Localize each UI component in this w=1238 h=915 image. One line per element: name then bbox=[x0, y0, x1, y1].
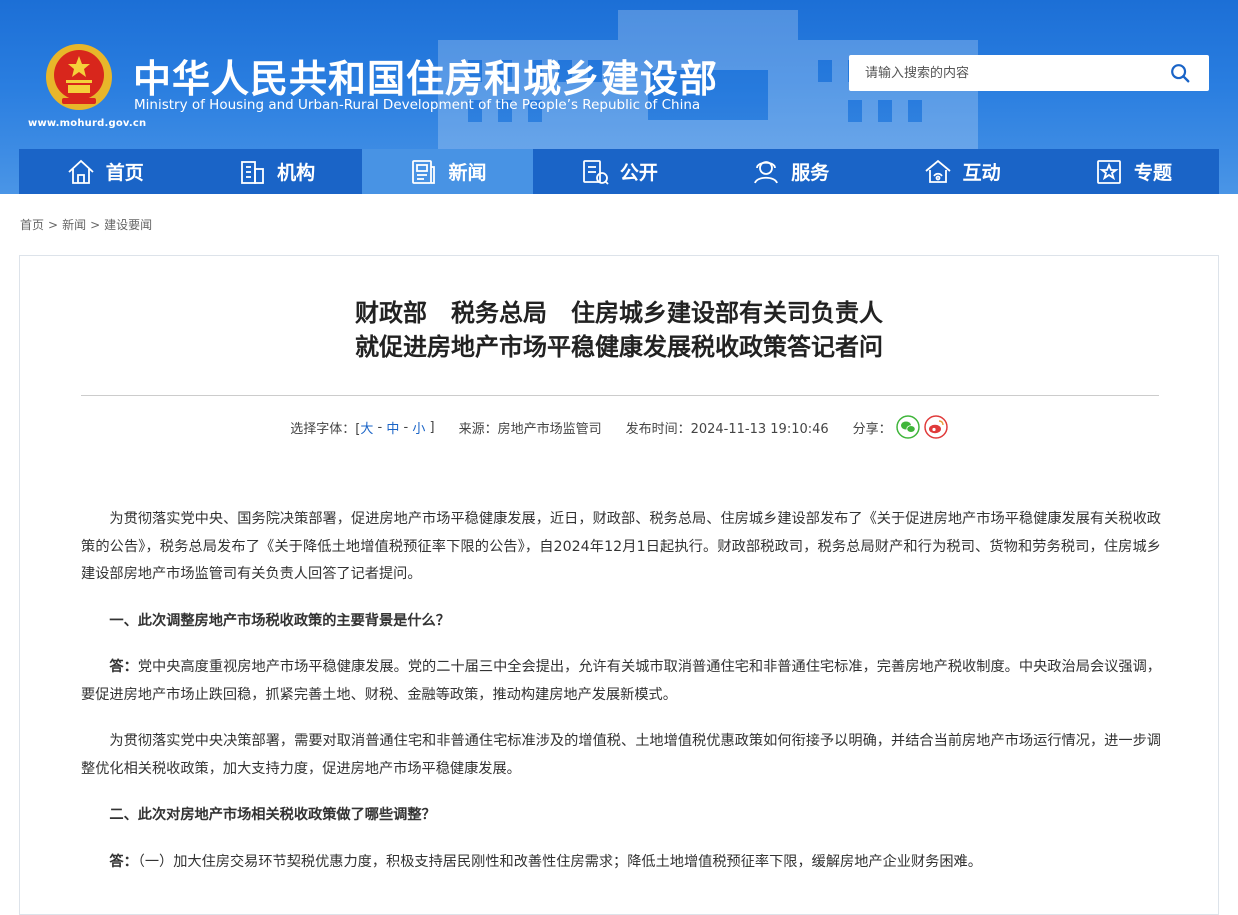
article-meta: 选择字体：[ 大 - 中 - 小 ] 来源：房地产市场监管司 发布时间：2024… bbox=[20, 415, 1218, 439]
article-container: 财政部 税务总局 住房城乡建设部有关司负责人 就促进房地产市场平稳健康发展税收政… bbox=[19, 255, 1219, 915]
nav-label: 服务 bbox=[791, 162, 830, 184]
article-title-line1: 财政部 税务总局 住房城乡建设部有关司负责人 bbox=[355, 299, 883, 327]
breadcrumb-home[interactable]: 首页 bbox=[20, 218, 44, 232]
answer-text: 党中央高度重视房地产市场平稳健康发展。党的二十届三中全会提出，允许有关城市取消普… bbox=[81, 659, 1161, 703]
font-size-large[interactable]: 大 bbox=[360, 418, 373, 437]
site-subtitle: Ministry of Housing and Urban-Rural Deve… bbox=[134, 97, 701, 113]
font-size-separator: - bbox=[373, 419, 387, 435]
article-source: 来源：房地产市场监管司 bbox=[458, 421, 602, 437]
nav-item-organization[interactable]: 机构 bbox=[190, 149, 361, 194]
site-title: 中华人民共和国住房和城乡建设部 bbox=[133, 57, 719, 101]
article-publish-time: 发布时间：2024-11-13 19:10:46 bbox=[625, 421, 829, 437]
article-paragraph: 为贯彻落实党中央、国务院决策部署，促进房地产市场平稳健康发展，近日，财政部、税务… bbox=[81, 511, 1161, 582]
breadcrumb-news[interactable]: 新闻 bbox=[62, 218, 86, 232]
nav-label: 机构 bbox=[277, 162, 316, 184]
search-box bbox=[849, 55, 1209, 91]
answer-prefix: 答： bbox=[109, 659, 138, 675]
wechat-share-icon[interactable] bbox=[895, 415, 920, 439]
article-title: 财政部 税务总局 住房城乡建设部有关司负责人 就促进房地产市场平稳健康发展税收政… bbox=[20, 296, 1218, 364]
font-size-small[interactable]: 小 bbox=[412, 418, 425, 437]
nav-label: 专题 bbox=[1134, 162, 1173, 184]
breadcrumb-separator: > bbox=[48, 218, 59, 232]
title-divider bbox=[81, 395, 1159, 396]
breadcrumb-separator: > bbox=[90, 218, 101, 232]
news-icon bbox=[412, 159, 436, 184]
nav-item-interaction[interactable]: 互动 bbox=[876, 149, 1047, 194]
nav-item-home[interactable]: 首页 bbox=[19, 149, 190, 194]
article-answer: 答：（一）加大住房交易环节契税优惠力度，积极支持居民刚性和改善性住房需求；降低土… bbox=[81, 849, 1161, 877]
font-size-medium[interactable]: 中 bbox=[386, 418, 399, 437]
breadcrumb: 首页 > 新闻 > 建设要闻 bbox=[20, 216, 152, 233]
site-header: www.mohurd.gov.cn 中华人民共和国住房和城乡建设部 Minist… bbox=[0, 0, 1238, 194]
site-url: www.mohurd.gov.cn bbox=[28, 118, 147, 129]
service-icon bbox=[754, 160, 779, 183]
article-question: 二、此次对房地产市场相关税收政策做了哪些调整？ bbox=[109, 807, 436, 823]
weibo-share-icon[interactable] bbox=[923, 415, 948, 439]
answer-text: （一）加大住房交易环节契税优惠力度，积极支持居民刚性和改善性住房需求；降低土地增… bbox=[137, 853, 982, 870]
search-icon[interactable] bbox=[1169, 62, 1191, 84]
article-question: 一、此次调整房地产市场税收政策的主要背景是什么？ bbox=[109, 612, 450, 629]
national-emblem-icon bbox=[46, 44, 112, 110]
font-size-label: 选择字体：[ bbox=[290, 421, 361, 437]
share-label: 分享： bbox=[852, 421, 892, 437]
topic-icon bbox=[1097, 159, 1121, 184]
article-title-line2: 就促进房地产市场平稳健康发展税收政策答记者问 bbox=[355, 333, 883, 361]
article-paragraph: 为贯彻落实党中央决策部署，需要对取消普通住宅和非普通住宅标准涉及的增值税、土地增… bbox=[81, 733, 1161, 777]
building-icon bbox=[241, 160, 264, 184]
font-size-close: ] bbox=[425, 419, 435, 435]
article-body: 为贯彻落实党中央、国务院决策部署，促进房地产市场平稳健康发展，近日，财政部、税务… bbox=[81, 506, 1161, 895]
main-nav: 首页 机构 新闻 公开 服务 互动 专题 bbox=[19, 149, 1219, 194]
breadcrumb-section[interactable]: 建设要闻 bbox=[104, 218, 152, 232]
nav-item-topic[interactable]: 专题 bbox=[1047, 149, 1218, 194]
nav-label: 首页 bbox=[105, 162, 144, 184]
home-icon bbox=[68, 159, 94, 184]
nav-item-public[interactable]: 公开 bbox=[533, 149, 704, 194]
nav-label: 互动 bbox=[962, 162, 1001, 184]
search-input[interactable] bbox=[849, 55, 1159, 91]
answer-prefix: 答： bbox=[109, 853, 138, 870]
nav-label: 公开 bbox=[619, 162, 658, 184]
nav-label: 新闻 bbox=[448, 162, 487, 184]
article-answer: 答：党中央高度重视房地产市场平稳健康发展。党的二十届三中全会提出，允许有关城市取… bbox=[81, 654, 1161, 709]
font-size-separator: - bbox=[399, 419, 413, 435]
nav-item-service[interactable]: 服务 bbox=[705, 149, 876, 194]
document-icon bbox=[582, 159, 609, 185]
nav-item-news[interactable]: 新闻 bbox=[361, 149, 534, 194]
interact-icon bbox=[925, 159, 951, 183]
